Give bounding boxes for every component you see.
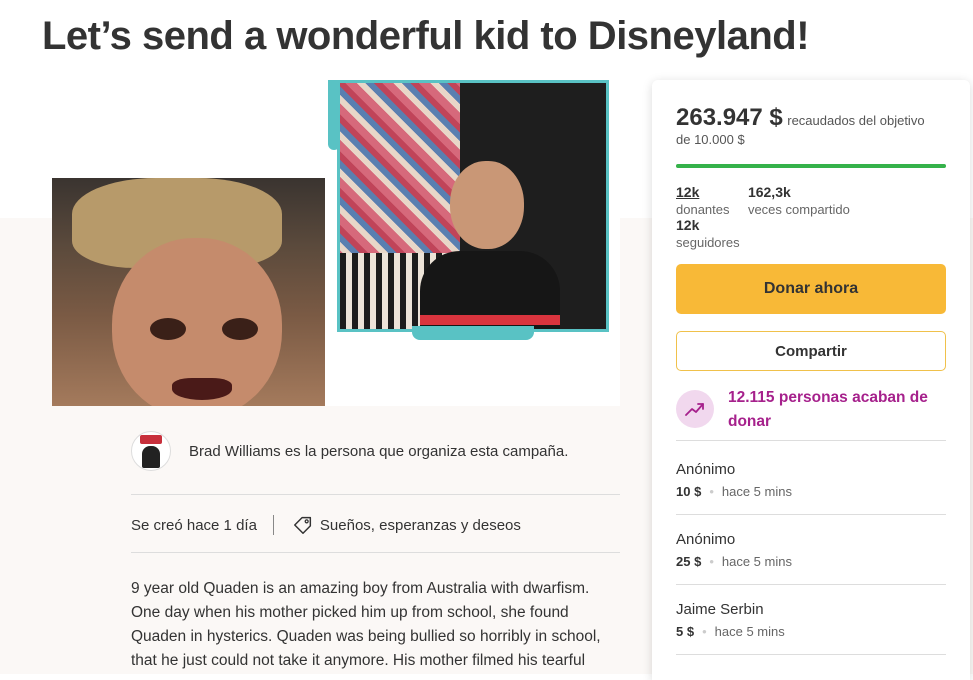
progress-fill — [676, 164, 946, 168]
donate-button[interactable]: Donar ahora — [676, 264, 946, 314]
donation-time: hace 5 mins — [721, 554, 792, 569]
raised-suffix: recaudados del objetivo — [787, 113, 925, 128]
created-date: Se creó hace 1 día — [131, 516, 257, 534]
category-link[interactable]: Sueños, esperanzas y deseos — [320, 517, 521, 534]
divider — [676, 584, 946, 585]
raised-summary: 263.947 $ recaudados del objetivo de 10.… — [676, 104, 946, 147]
donor-name: Anónimo — [676, 461, 736, 478]
recent-donations-banner: 12.115 personas acaban de donar — [676, 386, 946, 434]
donor-item: Anónimo 10 $ • hace 5 mins — [676, 461, 946, 499]
trending-up-icon — [676, 390, 714, 428]
campaign-photo-boy-with-mother — [337, 80, 609, 332]
frame-accent — [328, 80, 340, 150]
donation-time: hace 5 mins — [714, 624, 785, 639]
donor-item: Jaime Serbin 5 $ • hace 5 mins — [676, 601, 946, 639]
divider — [131, 552, 620, 553]
donation-time: hace 5 mins — [721, 484, 792, 499]
goal-amount: de 10.000 $ — [676, 132, 745, 147]
meta-separator — [272, 515, 274, 535]
campaign-photo-crying-boy — [52, 178, 325, 406]
campaign-stats: 12k donantes 162,3k veces compartido 12k… — [676, 184, 946, 250]
page-title: Let’s send a wonderful kid to Disneyland… — [42, 14, 810, 58]
divider — [676, 440, 946, 441]
stat-donors[interactable]: 12k donantes — [676, 184, 730, 217]
stat-followers: 12k seguidores — [676, 217, 932, 250]
campaign-meta: Se creó hace 1 día Sueños, esperanzas y … — [131, 513, 521, 537]
frame-accent — [412, 326, 534, 340]
stat-number: 162,3k — [747, 184, 791, 200]
donor-name: Anónimo — [676, 531, 736, 548]
recent-donations-count: 12.115 personas acaban de donar — [728, 389, 928, 430]
campaign-photo-collage[interactable] — [52, 80, 620, 406]
stat-number: 12k — [676, 184, 700, 200]
stat-label: seguidores — [676, 235, 740, 250]
organizer-row: Brad Williams es la persona que organiza… — [131, 430, 620, 472]
divider — [131, 494, 620, 495]
stat-label: veces compartido — [747, 202, 850, 217]
raised-amount: 263.947 $ — [676, 104, 783, 131]
organizer-avatar[interactable] — [131, 431, 171, 471]
tag-icon — [293, 516, 311, 534]
share-button[interactable]: Compartir — [676, 331, 946, 371]
donation-card: 263.947 $ recaudados del objetivo de 10.… — [652, 80, 970, 680]
stat-label: donantes — [676, 202, 730, 217]
divider — [676, 514, 946, 515]
organizer-text: Brad Williams es la persona que organiza… — [189, 442, 569, 460]
stat-shares: 162,3k veces compartido — [748, 184, 850, 217]
donation-amount: 25 $ — [676, 554, 702, 569]
donation-amount: 5 $ — [676, 624, 695, 639]
stat-number: 12k — [676, 217, 700, 233]
donation-amount: 10 $ — [676, 484, 702, 499]
divider — [676, 654, 946, 655]
campaign-story: 9 year old Quaden is an amazing boy from… — [131, 580, 601, 669]
donor-name: Jaime Serbin — [676, 601, 764, 618]
donor-item: Anónimo 25 $ • hace 5 mins — [676, 531, 946, 569]
progress-bar — [676, 164, 946, 168]
